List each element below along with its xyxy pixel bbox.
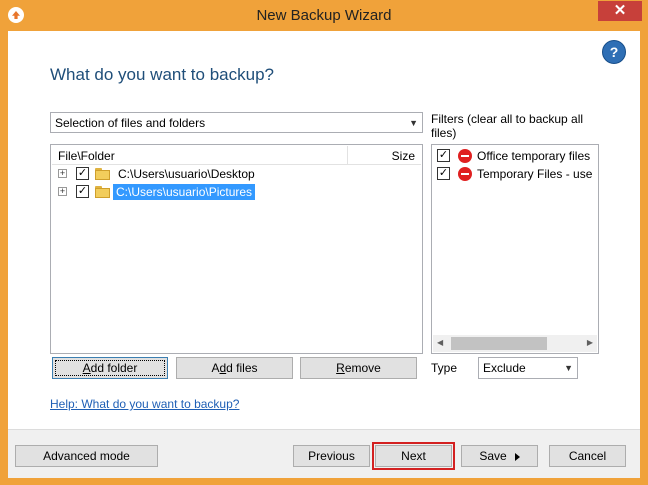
help-link[interactable]: Help: What do you want to backup? [50, 397, 239, 411]
focus-ring [55, 360, 165, 376]
close-button[interactable]: ✕ [598, 1, 642, 21]
chevron-down-icon: ▼ [564, 363, 573, 373]
page-title: What do you want to backup? [50, 65, 274, 84]
help-icon[interactable]: ? [602, 40, 626, 64]
list-item[interactable]: ✓ Temporary Files - use [437, 166, 597, 182]
next-button[interactable]: Next [372, 442, 455, 470]
column-header-file-folder[interactable]: File\Folder [58, 149, 115, 163]
footer-bar: Advanced mode Previous Next Save Cancel [8, 429, 640, 478]
horizontal-scrollbar[interactable]: ◀ ▶ [433, 335, 597, 352]
filter-checkbox[interactable]: ✓ [437, 167, 450, 180]
row-checkbox[interactable]: ✓ [76, 185, 89, 198]
save-button[interactable]: Save [461, 445, 538, 467]
chevron-down-icon: ▼ [409, 117, 418, 128]
list-item[interactable]: ✓ Office temporary files [437, 148, 597, 164]
title-bar[interactable]: New Backup Wizard ✕ [0, 0, 648, 31]
expand-icon[interactable]: + [58, 169, 67, 178]
column-header-size[interactable]: Size [392, 149, 415, 163]
list-item[interactable]: + ✓ C:\Users\usuario\Desktop [58, 166, 408, 182]
filters-label: Filters (clear all to backup all files) [431, 112, 584, 140]
wizard-body: ? What do you want to backup? Selection … [8, 31, 640, 478]
list-item[interactable]: + ✓ C:\Users\usuario\Pictures [58, 184, 408, 200]
advanced-mode-button[interactable]: Advanced mode [15, 445, 158, 467]
type-value: Exclude [483, 361, 526, 375]
row-path-selected: C:\Users\usuario\Pictures [113, 184, 256, 200]
folder-icon [95, 168, 111, 180]
remove-accesskey: R [336, 361, 345, 375]
list-header: File\Folder Size [52, 146, 421, 165]
column-divider[interactable] [347, 146, 348, 164]
remove-button[interactable]: Remove [300, 357, 417, 379]
exclude-icon [458, 167, 472, 181]
filter-name: Temporary Files - use [477, 167, 593, 181]
play-arrow-icon [514, 452, 520, 461]
folder-icon [95, 186, 111, 198]
window-title: New Backup Wizard [256, 7, 392, 24]
source-type-dropdown[interactable]: Selection of files and folders ▼ [50, 112, 423, 133]
type-dropdown[interactable]: Exclude ▼ [478, 357, 578, 379]
source-type-value: Selection of files and folders [55, 115, 206, 130]
previous-button[interactable]: Previous [293, 445, 370, 467]
file-folder-list[interactable]: File\Folder Size + ✓ C:\Users\usuario\De… [50, 144, 423, 354]
expand-icon[interactable]: + [58, 187, 67, 196]
remove-label-post: emove [344, 361, 381, 375]
row-checkbox[interactable]: ✓ [76, 167, 89, 180]
scroll-right-icon[interactable]: ▶ [587, 338, 593, 347]
wizard-window: New Backup Wizard ✕ ? What do you want t… [0, 0, 648, 485]
scrollbar-thumb[interactable] [451, 337, 547, 350]
filters-list[interactable]: ✓ Office temporary files ✓ Temporary Fil… [431, 144, 599, 354]
save-label: Save [479, 449, 507, 463]
scroll-left-icon[interactable]: ◀ [437, 338, 443, 347]
add-files-label-post: d files [226, 361, 258, 375]
filter-checkbox[interactable]: ✓ [437, 149, 450, 162]
add-files-button[interactable]: Add files [176, 357, 293, 379]
add-folder-button[interactable]: Add folder [52, 357, 168, 379]
filter-name: Office temporary files [477, 149, 591, 163]
exclude-icon [458, 149, 472, 163]
row-path: C:\Users\usuario\Desktop [118, 167, 255, 181]
type-label: Type [431, 361, 458, 375]
cancel-button[interactable]: Cancel [549, 445, 626, 467]
